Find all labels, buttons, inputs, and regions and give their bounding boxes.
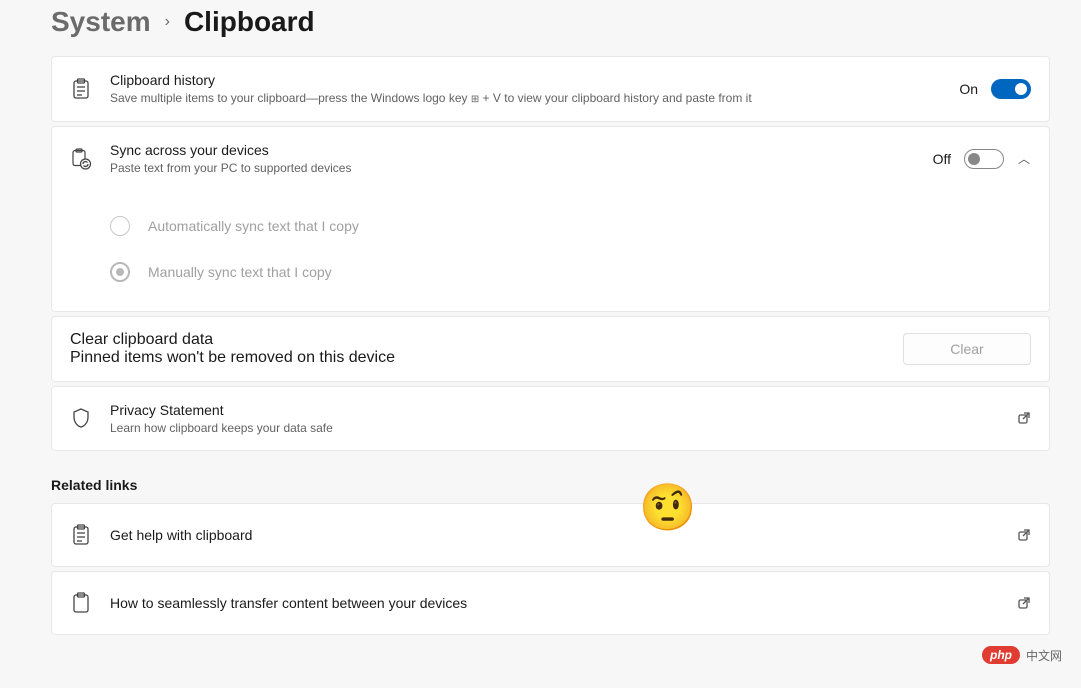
watermark-pill: php bbox=[982, 646, 1020, 664]
related-link-transfer[interactable]: How to seamlessly transfer content betwe… bbox=[51, 571, 1050, 635]
setting-title: Privacy Statement bbox=[110, 401, 1017, 419]
sync-options-panel: Automatically sync text that I copy Manu… bbox=[51, 187, 1050, 312]
setting-subtitle: Pinned items won't be removed on this de… bbox=[70, 349, 903, 367]
setting-row-clipboard-history: Clipboard history Save multiple items to… bbox=[51, 56, 1050, 122]
clipboard-list-icon bbox=[70, 78, 92, 100]
breadcrumb-current: Clipboard bbox=[184, 6, 315, 38]
toggle-state-label: On bbox=[959, 81, 978, 97]
setting-subtitle: Learn how clipboard keeps your data safe bbox=[110, 421, 1017, 437]
setting-title: Clear clipboard data bbox=[70, 331, 903, 349]
setting-row-clear-data: Clear clipboard data Pinned items won't … bbox=[51, 316, 1050, 382]
link-title: Get help with clipboard bbox=[110, 526, 1017, 544]
link-title: How to seamlessly transfer content betwe… bbox=[110, 594, 1017, 612]
watermark-text: 中文网 bbox=[1026, 647, 1062, 664]
related-link-help[interactable]: Get help with clipboard bbox=[51, 503, 1050, 567]
open-link-icon bbox=[1017, 411, 1031, 425]
open-link-icon bbox=[1017, 528, 1031, 542]
setting-title: Clipboard history bbox=[110, 71, 959, 89]
breadcrumb: System › Clipboard bbox=[51, 0, 1050, 56]
clipboard-icon bbox=[70, 592, 92, 614]
radio-label: Manually sync text that I copy bbox=[148, 264, 332, 280]
setting-row-privacy[interactable]: Privacy Statement Learn how clipboard ke… bbox=[51, 386, 1050, 452]
shield-icon bbox=[70, 407, 92, 429]
setting-title: Sync across your devices bbox=[110, 141, 933, 159]
windows-key-icon: ⊞ bbox=[471, 94, 479, 105]
breadcrumb-parent[interactable]: System bbox=[51, 6, 151, 38]
chevron-up-icon[interactable]: ︿ bbox=[1017, 150, 1031, 167]
sync-devices-toggle[interactable] bbox=[964, 149, 1004, 169]
radio-manual-sync[interactable] bbox=[110, 262, 130, 282]
watermark: php 中文网 bbox=[982, 646, 1062, 664]
clear-button[interactable]: Clear bbox=[903, 333, 1031, 365]
setting-subtitle: Save multiple items to your clipboard—pr… bbox=[110, 91, 959, 107]
clipboard-history-toggle[interactable] bbox=[991, 79, 1031, 99]
radio-row-auto-sync[interactable]: Automatically sync text that I copy bbox=[110, 203, 1031, 249]
chevron-right-icon: › bbox=[165, 13, 170, 31]
clipboard-list-icon bbox=[70, 524, 92, 546]
setting-subtitle: Paste text from your PC to supported dev… bbox=[110, 161, 933, 177]
radio-label: Automatically sync text that I copy bbox=[148, 218, 359, 234]
radio-auto-sync[interactable] bbox=[110, 216, 130, 236]
clipboard-sync-icon bbox=[70, 148, 92, 170]
toggle-state-label: Off bbox=[933, 151, 951, 167]
related-links-heading: Related links bbox=[51, 455, 1050, 503]
open-link-icon bbox=[1017, 596, 1031, 610]
setting-row-sync-devices[interactable]: Sync across your devices Paste text from… bbox=[51, 126, 1050, 192]
radio-row-manual-sync[interactable]: Manually sync text that I copy bbox=[110, 249, 1031, 295]
